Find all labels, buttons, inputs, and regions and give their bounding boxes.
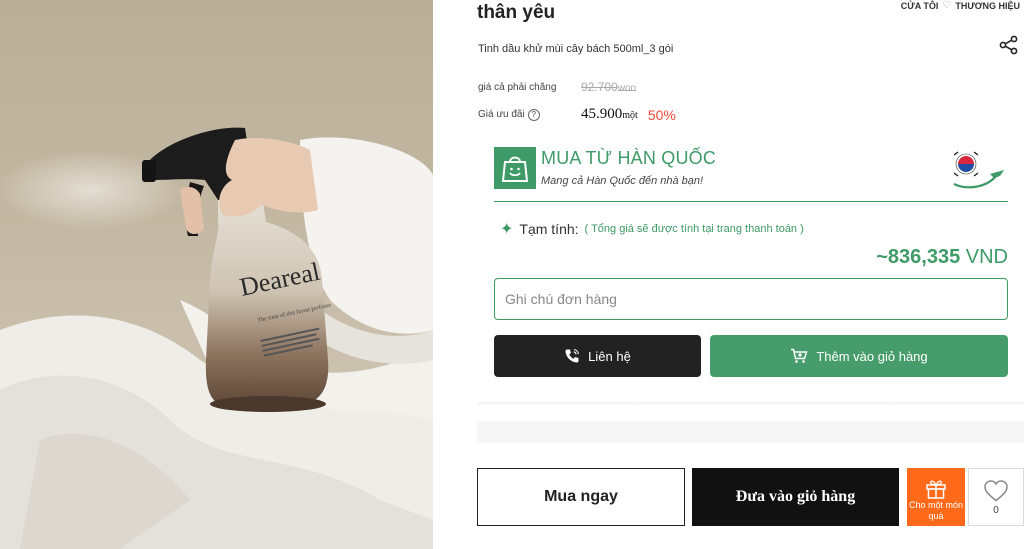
sparkle-icon: ✦	[500, 221, 514, 238]
subtotal-currency: VND	[965, 246, 1008, 268]
subtotal-row: ✦ Tạm tính: ( Tổng giá sẽ được tính tại …	[500, 219, 804, 239]
contact-button-label: Liên hệ	[588, 348, 631, 364]
share-icon[interactable]	[998, 34, 1020, 56]
product-detail-panel: CỬA TÔI ♡ THƯƠNG HIỆU thân yêu Tinh dầu …	[433, 0, 1024, 549]
order-note-input[interactable]	[494, 278, 1008, 320]
product-photo-illustration: Deareal The time of this forest perfume	[0, 0, 433, 549]
gift-button[interactable]: Cho một món quà	[907, 468, 965, 526]
buy-now-button[interactable]: Mua ngay	[477, 468, 685, 526]
sale-price-label-group: Giá ưu đãi ?	[478, 108, 581, 121]
add-to-bag-button[interactable]: Đưa vào giỏ hàng	[692, 468, 899, 526]
korea-banner-title: MUA TỪ HÀN QUỐC	[541, 148, 717, 168]
korea-banner-subtitle: Mang cả Hàn Quốc đến nhà bạn!	[541, 175, 704, 187]
store-link[interactable]: CỬA TÔI	[901, 1, 939, 11]
original-price-label: giá cả phải chăng	[478, 81, 557, 93]
subtotal-note: ( Tổng giá sẽ được tính tại trang thanh …	[584, 223, 804, 235]
shopping-bag-smile-icon	[494, 147, 536, 189]
sale-price-unit: một	[622, 110, 638, 121]
gift-button-label: Cho một món quà	[908, 500, 964, 521]
original-price-unit: won	[617, 83, 637, 94]
gift-icon	[926, 480, 946, 499]
add-to-cart-label: Thêm vào giỏ hàng	[816, 348, 928, 364]
product-title: thân yêu	[477, 2, 556, 23]
discount-badge: 50%	[647, 106, 676, 123]
korea-flag-plane-icon	[953, 151, 1004, 189]
contact-button[interactable]: Liên hệ	[494, 335, 701, 377]
add-to-cart-button[interactable]: Thêm vào giỏ hàng	[710, 335, 1008, 377]
buy-from-korea-banner: MUA TỪ HÀN QUỐC Mang cả Hàn Quốc đến nhà…	[494, 140, 1008, 202]
sale-price: 45.900một	[581, 106, 638, 123]
cart-icon	[791, 348, 808, 363]
question-circle-icon[interactable]: ?	[527, 108, 540, 121]
subtotal-amount: ~836,335 VND	[876, 246, 1008, 269]
section-divider-shadow	[477, 402, 1024, 406]
subtotal-label: Tạm tính:	[519, 221, 579, 237]
subtotal-amount-value: ~836,335	[876, 246, 961, 268]
wishlist-count: 0	[993, 504, 999, 516]
heart-icon	[984, 479, 1008, 501]
product-photo: Deareal The time of this forest perfume	[0, 0, 433, 549]
heart-outline-icon: ♡	[942, 0, 952, 11]
top-links: CỬA TÔI ♡ THƯƠNG HIỆU	[901, 0, 1020, 11]
phone-icon	[565, 348, 580, 363]
original-price-row: giá cả phải chăng 92.700won	[478, 80, 636, 94]
brand-link[interactable]: THƯƠNG HIỆU	[955, 1, 1020, 11]
section-divider-band	[477, 421, 1024, 443]
wishlist-button[interactable]: 0	[968, 468, 1024, 526]
product-name: Tinh dầu khử mùi cây bách 500ml_3 gói	[478, 43, 674, 55]
sale-price-amount: 45.900	[581, 106, 623, 122]
sale-price-label: Giá ưu đãi	[478, 109, 525, 120]
original-price-amount: 92.700	[581, 80, 618, 94]
original-price: 92.700won	[581, 80, 636, 94]
sale-price-row: Giá ưu đãi ? 45.900một 50%	[478, 106, 676, 123]
